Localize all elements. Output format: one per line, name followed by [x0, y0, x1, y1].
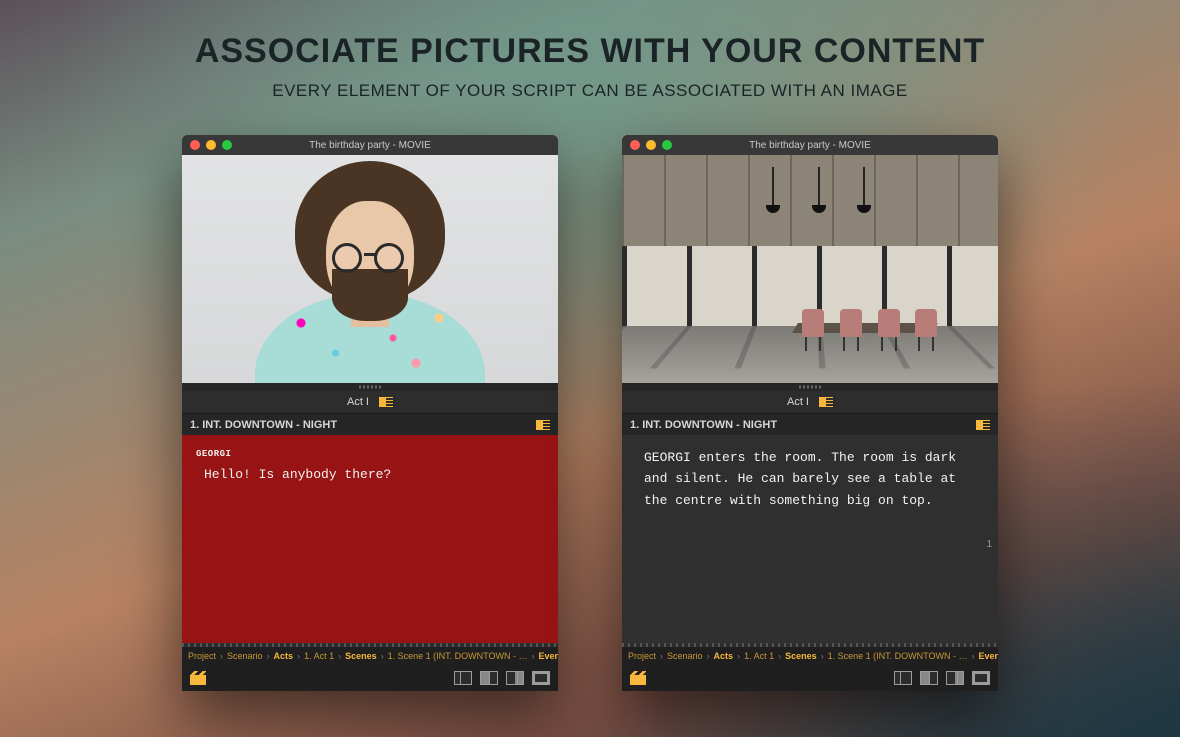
act-bar[interactable]: Act I: [182, 391, 558, 413]
breadcrumb[interactable]: Project› Scenario› Acts› 1. Act 1› Scene…: [622, 647, 998, 665]
crumb[interactable]: Project: [628, 651, 656, 661]
scene-heading: 1. INT. DOWNTOWN - NIGHT: [630, 419, 777, 431]
close-icon[interactable]: [630, 140, 640, 150]
crumb[interactable]: Scenario: [227, 651, 263, 661]
clapperboard-icon[interactable]: [630, 671, 646, 685]
act-list-icon[interactable]: [379, 397, 393, 407]
layout-split-left-button[interactable]: [920, 671, 938, 685]
clapperboard-icon[interactable]: [190, 671, 206, 685]
window-title: The birthday party - MOVIE: [182, 140, 558, 151]
crumb[interactable]: Events: [978, 651, 998, 661]
associated-image[interactable]: [622, 155, 998, 383]
bottom-toolbar: [182, 665, 558, 691]
layout-left-button[interactable]: [894, 671, 912, 685]
action-text[interactable]: GEORGI enters the room. The room is dark…: [644, 447, 976, 511]
split-handle[interactable]: [182, 383, 558, 391]
app-window-1: The birthday party - MOVIE Act I 1. INT.…: [182, 135, 558, 691]
app-window-2: The birthday party - MOVIE Act I 1. INT.…: [622, 135, 998, 691]
page-number: 1: [986, 539, 992, 550]
crumb[interactable]: Events: [538, 651, 558, 661]
layout-full-button[interactable]: [532, 671, 550, 685]
layout-full-button[interactable]: [972, 671, 990, 685]
crumb[interactable]: 1. Act 1: [744, 651, 774, 661]
crumb[interactable]: 1. Scene 1 (INT. DOWNTOWN - …: [388, 651, 528, 661]
crumb[interactable]: 1. Act 1: [304, 651, 334, 661]
layout-left-button[interactable]: [454, 671, 472, 685]
titlebar[interactable]: The birthday party - MOVIE: [182, 135, 558, 155]
associated-image[interactable]: [182, 155, 558, 383]
minimize-icon[interactable]: [206, 140, 216, 150]
layout-split-left-button[interactable]: [480, 671, 498, 685]
crumb[interactable]: Scenes: [345, 651, 377, 661]
script-editor[interactable]: GEORGI Hello! Is anybody there?: [182, 435, 558, 643]
layout-split-right-button[interactable]: [506, 671, 524, 685]
breadcrumb[interactable]: Project› Scenario› Acts› 1. Act 1› Scene…: [182, 647, 558, 665]
titlebar[interactable]: The birthday party - MOVIE: [622, 135, 998, 155]
crumb[interactable]: 1. Scene 1 (INT. DOWNTOWN - …: [828, 651, 968, 661]
scene-list-icon[interactable]: [976, 420, 990, 430]
crumb[interactable]: Acts: [274, 651, 294, 661]
scene-list-icon[interactable]: [536, 420, 550, 430]
page-title: ASSOCIATE PICTURES WITH YOUR CONTENT: [0, 32, 1180, 71]
act-label: Act I: [347, 396, 369, 408]
bottom-toolbar: [622, 665, 998, 691]
layout-split-right-button[interactable]: [946, 671, 964, 685]
maximize-icon[interactable]: [222, 140, 232, 150]
crumb[interactable]: Project: [188, 651, 216, 661]
act-list-icon[interactable]: [819, 397, 833, 407]
crumb[interactable]: Scenario: [667, 651, 703, 661]
script-editor[interactable]: GEORGI enters the room. The room is dark…: [622, 435, 998, 643]
dialogue-text[interactable]: Hello! Is anybody there?: [204, 464, 536, 485]
scene-bar[interactable]: 1. INT. DOWNTOWN - NIGHT: [622, 413, 998, 435]
page-subtitle: EVERY ELEMENT OF YOUR SCRIPT CAN BE ASSO…: [0, 81, 1180, 101]
close-icon[interactable]: [190, 140, 200, 150]
scene-bar[interactable]: 1. INT. DOWNTOWN - NIGHT: [182, 413, 558, 435]
split-handle[interactable]: [622, 383, 998, 391]
maximize-icon[interactable]: [662, 140, 672, 150]
character-cue: GEORGI: [196, 447, 536, 462]
crumb[interactable]: Acts: [714, 651, 734, 661]
crumb[interactable]: Scenes: [785, 651, 817, 661]
minimize-icon[interactable]: [646, 140, 656, 150]
act-label: Act I: [787, 396, 809, 408]
window-title: The birthday party - MOVIE: [622, 140, 998, 151]
act-bar[interactable]: Act I: [622, 391, 998, 413]
scene-heading: 1. INT. DOWNTOWN - NIGHT: [190, 419, 337, 431]
